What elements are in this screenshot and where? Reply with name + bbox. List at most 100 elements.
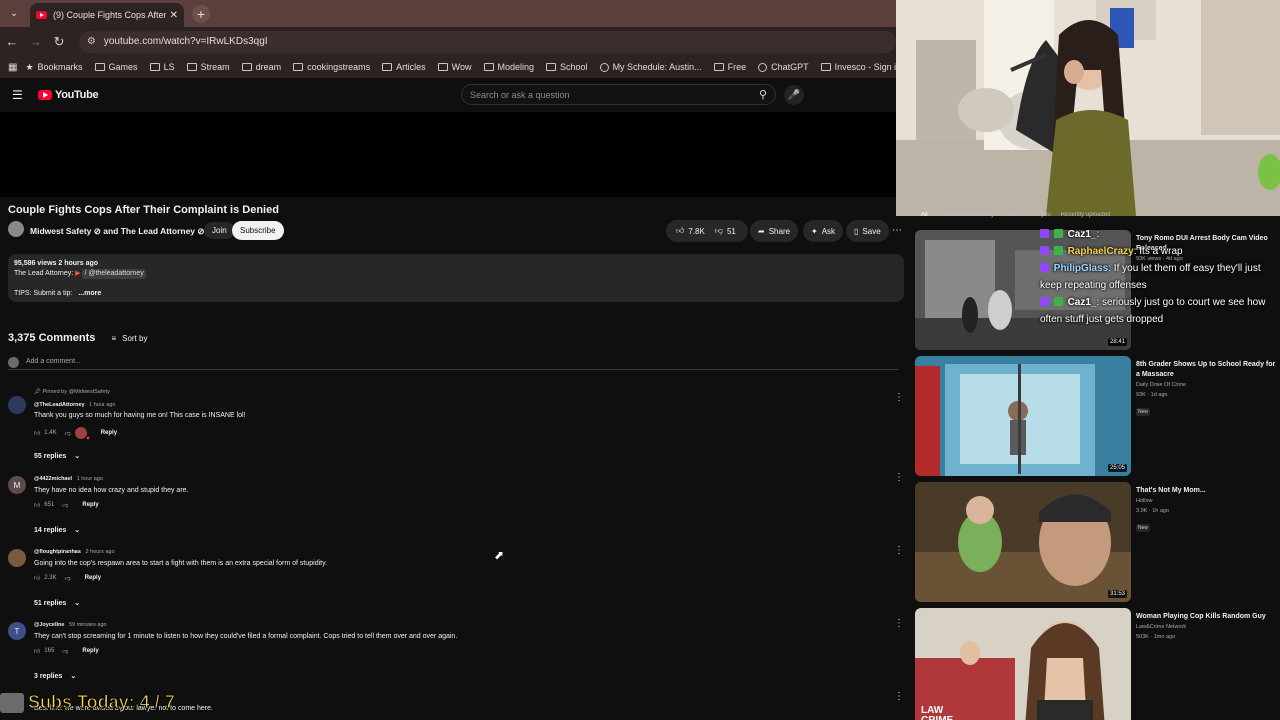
bookmark-bookmarks[interactable]: ★ Bookmarks (25, 62, 82, 73)
thumbs-down-icon[interactable]: 👎︎ (62, 647, 68, 655)
lead-attorney-link[interactable]: / @theleadattorney (82, 269, 146, 279)
comment-avatar[interactable] (8, 549, 26, 567)
new-tab-icon[interactable]: + (192, 4, 210, 23)
video-channel[interactable]: Hollow (1136, 496, 1276, 506)
reply-button[interactable]: Reply (85, 575, 101, 581)
comment-menu-icon[interactable]: ⋮ (894, 545, 904, 556)
thumbs-up-icon[interactable]: 👍︎ (34, 574, 40, 582)
comment-menu-icon[interactable]: ⋮ (894, 472, 904, 483)
bookmark-link[interactable]: ChatGPT (758, 62, 809, 72)
join-button[interactable]: Join (204, 222, 235, 239)
view-replies-button[interactable]: 55 replies ⌄ (34, 452, 80, 460)
thumbs-up-icon: 👍︎ (676, 226, 685, 235)
chip-all[interactable]: All (921, 212, 928, 222)
pin-icon: 📌︎ (34, 389, 41, 395)
badge-icon (1040, 229, 1049, 238)
video-title[interactable]: 8th Grader Shows Up to School Ready for … (1136, 360, 1276, 380)
subscribe-button[interactable]: Subscribe (232, 221, 284, 240)
apps-grid-icon[interactable]: ▦ (8, 62, 17, 73)
comment-author[interactable]: @floughtpiranhas 2 hours ago (34, 549, 115, 555)
description-box[interactable]: 95,586 views 2 hours ago The Lead Attorn… (8, 254, 904, 302)
comment-text: They can't stop screaming for 1 minute t… (34, 633, 458, 640)
youtube-play-icon (38, 90, 52, 100)
back-arrow-icon[interactable]: ← (0, 34, 24, 49)
video-channel[interactable]: Law&Crime Network (1136, 622, 1276, 632)
video-player[interactable] (0, 112, 896, 197)
reply-button[interactable]: Reply (82, 502, 98, 508)
thumbs-up-icon[interactable]: 👍︎ (34, 647, 40, 655)
comment-author[interactable]: @4422michael 1 hour ago (34, 476, 103, 482)
view-replies-button[interactable]: 51 replies ⌄ (34, 599, 80, 607)
search-icon[interactable]: ⚲ (759, 88, 767, 101)
chip-police[interactable]: Police (1004, 212, 1020, 222)
comment-menu-icon[interactable]: ⋮ (894, 691, 904, 702)
comment-menu-icon[interactable]: ⋮ (894, 392, 904, 403)
browser-tab-active[interactable]: (9) Couple Fights Cops After Th ✕ (30, 3, 184, 27)
bookmark-link[interactable]: My Schedule: Austin... (599, 62, 702, 72)
menu-icon[interactable]: ☰ (12, 88, 24, 102)
comment-author[interactable]: @Joyceline 59 minutes ago (34, 622, 107, 628)
chip-from-channel[interactable]: From Midwest Safety (938, 212, 994, 222)
video-title[interactable]: That's Not My Mom... (1136, 486, 1276, 496)
sort-by-button[interactable]: ≡ Sort by (111, 334, 147, 343)
comment-author[interactable]: @TheLeadAttorney 1 hour ago (34, 402, 115, 408)
thumbs-down-icon[interactable]: 👎︎ (65, 429, 71, 437)
reply-button[interactable]: Reply (101, 430, 117, 436)
save-button[interactable]: ▯ Save (846, 220, 889, 242)
channel-avatar[interactable] (8, 221, 24, 237)
bookmark-folder[interactable]: Stream (186, 62, 230, 72)
channel-name[interactable]: Midwest Safety ⊘ and The Lead Attorney ⊘ (30, 226, 205, 237)
stream-chat-overlay: Caz1_: RaphaelCrazy: Its a wrap PhilipGl… (1040, 226, 1280, 328)
forward-arrow-icon[interactable]: → (24, 34, 48, 49)
video-thumbnail[interactable]: LAW CRIME (915, 608, 1131, 720)
tab-search-icon[interactable]: ⌄ (4, 5, 24, 23)
ask-button[interactable]: ✦ Ask (803, 220, 844, 242)
bookmark-folder[interactable]: School (546, 62, 588, 72)
chevron-down-icon: ⌄ (74, 453, 81, 460)
comment-avatar[interactable]: T (8, 622, 26, 640)
bookmark-folder[interactable]: Free (713, 62, 746, 72)
like-button[interactable]: 👍︎ 7.8K (666, 226, 705, 236)
microphone-icon[interactable]: 🎤 (784, 85, 804, 105)
view-replies-button[interactable]: 14 replies ⌄ (34, 526, 80, 534)
close-tab-icon[interactable]: ✕ (170, 10, 178, 21)
folder-icon (241, 63, 252, 71)
badge-icon (1040, 263, 1049, 272)
reload-icon[interactable]: ↻ (47, 34, 71, 50)
comment-avatar[interactable]: M (8, 476, 26, 494)
chip-for-you[interactable]: For you (1030, 212, 1050, 222)
more-options-icon[interactable]: ⋯ (892, 225, 902, 236)
thumbs-down-icon[interactable]: 👎︎ (65, 574, 71, 582)
video-thumbnail[interactable]: 25:05 (915, 356, 1131, 476)
comment-actions: 👍︎ 2.3K 👎︎ Reply (34, 574, 102, 582)
comment-avatar[interactable] (8, 396, 26, 414)
bookmark-folder[interactable]: Wow (437, 62, 472, 72)
bookmark-folder[interactable]: dream (241, 62, 281, 72)
show-more-link[interactable]: ...more (78, 290, 101, 297)
thumbnail-illustration (915, 482, 1131, 602)
view-replies-button[interactable]: 3 replies ⌄ (34, 672, 76, 680)
site-info-icon[interactable]: ⚙ (87, 36, 96, 47)
mouse-cursor-icon: ⬈ (494, 548, 505, 562)
video-thumbnail[interactable]: 31:53 (915, 482, 1131, 602)
bookmark-link[interactable]: Invesco - Sign in for... (820, 62, 896, 72)
search-input[interactable]: Search or ask a question ⚲ (461, 84, 776, 105)
video-channel[interactable]: Daily Dose Of Crime (1136, 380, 1276, 390)
chip-recent[interactable]: Recently uploaded (1061, 212, 1111, 222)
bookmark-folder[interactable]: cookingstreams (293, 62, 370, 72)
reply-button[interactable]: Reply (82, 648, 98, 654)
bookmark-folder[interactable]: Articles (382, 62, 426, 72)
dislike-button[interactable]: 👎︎ 51 (715, 226, 736, 236)
video-title[interactable]: Woman Playing Cop Kills Random Guy (1136, 612, 1276, 622)
add-comment-field[interactable]: Add a comment... (8, 356, 899, 370)
bookmark-folder[interactable]: LS (149, 62, 175, 72)
comment-menu-icon[interactable]: ⋮ (894, 618, 904, 629)
bookmark-folder[interactable]: Modeling (483, 62, 534, 72)
address-bar[interactable]: ⚙ youtube.com/watch?v=IRwLKDs3qgI (78, 30, 896, 53)
youtube-logo[interactable]: YouTube (38, 89, 99, 101)
thumbs-down-icon[interactable]: 👎︎ (62, 501, 68, 509)
thumbs-up-icon[interactable]: 👍︎ (34, 501, 40, 509)
share-button[interactable]: ➦ Share (750, 220, 799, 242)
thumbs-up-icon[interactable]: 👍︎ (34, 429, 40, 437)
bookmark-folder[interactable]: Games (94, 62, 138, 72)
